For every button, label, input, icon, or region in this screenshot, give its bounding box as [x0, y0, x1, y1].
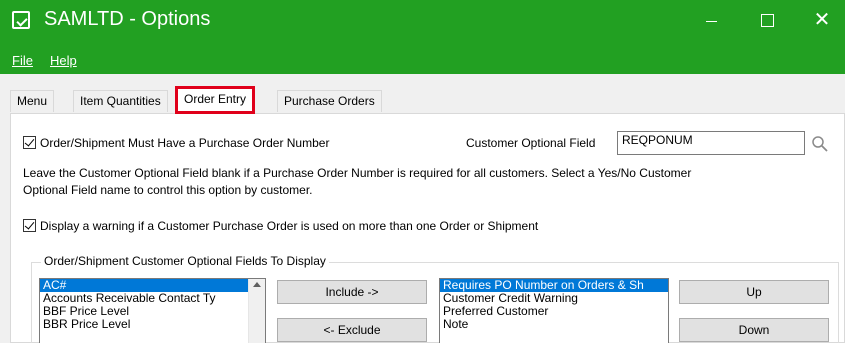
exclude-button[interactable]: <- Exclude	[277, 318, 427, 342]
down-button[interactable]: Down	[679, 318, 829, 342]
warn-po-reuse-checkbox[interactable]	[23, 219, 36, 232]
menu-bar: File Help	[0, 44, 845, 74]
list-item[interactable]: Note	[440, 318, 668, 331]
app-check-icon	[12, 11, 30, 29]
title-bar: SAMLTD - Options ✕	[0, 0, 845, 44]
optional-fields-group-title: Order/Shipment Customer Optional Fields …	[41, 254, 329, 268]
scroll-up-icon[interactable]	[253, 282, 261, 287]
minimize-icon[interactable]	[696, 8, 726, 32]
list-scrollbar[interactable]	[248, 279, 265, 343]
search-icon[interactable]	[811, 135, 829, 153]
tab-purchase-orders[interactable]: Purchase Orders	[277, 90, 382, 112]
tab-item-quantities[interactable]: Item Quantities	[73, 90, 168, 112]
help-text-line-1: Leave the Customer Optional Field blank …	[23, 166, 692, 180]
warn-po-reuse-label: Display a warning if a Customer Purchase…	[40, 219, 539, 233]
tab-strip: Menu Item Quantities Order Entry Purchas…	[0, 74, 845, 114]
customer-optional-field-input[interactable]: REQPONUM	[617, 131, 805, 155]
include-button[interactable]: Include ->	[277, 280, 427, 304]
po-required-label: Order/Shipment Must Have a Purchase Orde…	[40, 136, 330, 150]
up-button[interactable]: Up	[679, 280, 829, 304]
maximize-icon[interactable]	[752, 8, 782, 32]
tab-menu[interactable]: Menu	[10, 90, 55, 112]
list-item[interactable]: Preferred Customer	[440, 305, 668, 318]
tab-order-entry[interactable]: Order Entry	[175, 86, 256, 114]
close-icon[interactable]: ✕	[807, 8, 837, 32]
window-title: SAMLTD - Options	[44, 8, 211, 30]
menu-help[interactable]: Help	[50, 53, 77, 68]
po-required-checkbox[interactable]	[23, 136, 36, 149]
list-item[interactable]: BBR Price Level	[40, 318, 265, 331]
selected-fields-list[interactable]: Requires PO Number on Orders & Sh Custom…	[439, 278, 669, 343]
menu-file[interactable]: File	[12, 53, 33, 68]
help-text-line-2: Optional Field name to control this opti…	[23, 183, 313, 197]
available-fields-list[interactable]: AC# Accounts Receivable Contact Ty BBF P…	[39, 278, 266, 343]
customer-optional-field-label: Customer Optional Field	[466, 136, 596, 150]
